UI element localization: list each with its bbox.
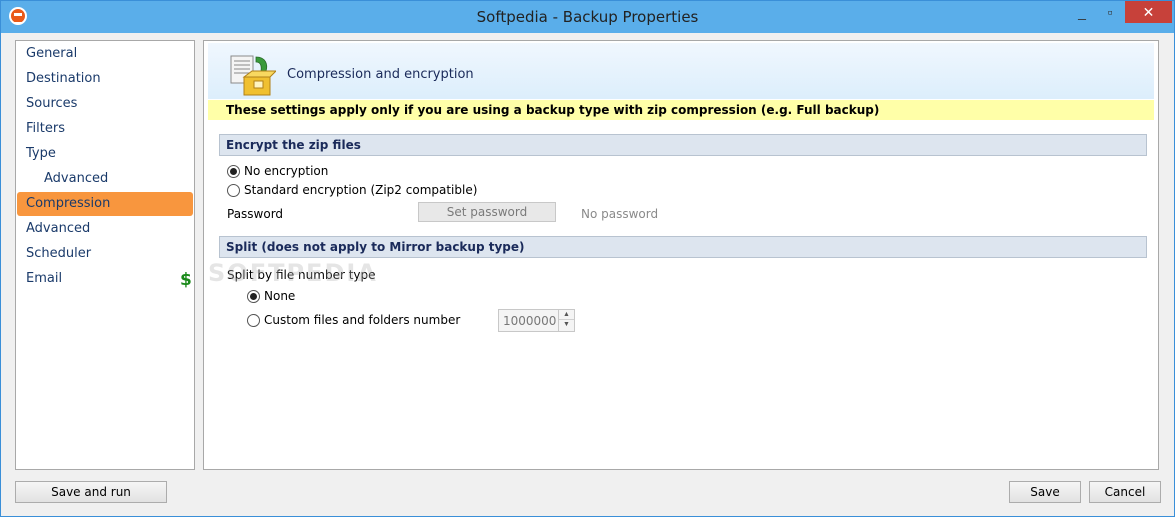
sidebar-item-scheduler[interactable]: Scheduler <box>17 242 193 266</box>
sidebar-item-compression[interactable]: Compression <box>17 192 193 216</box>
backup-properties-window: Softpedia - Backup Properties _ ▫ ✕ Gene… <box>0 0 1175 517</box>
radio-split-custom-icon[interactable] <box>247 313 260 327</box>
sidebar-nav: General Destination Sources Filters Type… <box>15 40 195 470</box>
sidebar-item-general[interactable]: General <box>17 42 193 66</box>
radio-split-none-icon[interactable] <box>247 289 260 303</box>
radio-standard-encryption-label: Standard encryption (Zip2 compatible) <box>244 183 478 197</box>
set-password-button[interactable]: Set password <box>418 202 556 222</box>
panel-title: Compression and encryption <box>287 67 474 82</box>
sidebar-item-sources[interactable]: Sources <box>17 92 193 116</box>
sidebar-item-type[interactable]: Type <box>17 142 193 166</box>
radio-no-encryption-icon[interactable] <box>227 164 240 178</box>
split-section-header: Split (does not apply to Mirror backup t… <box>219 236 1147 258</box>
sidebar-item-filters[interactable]: Filters <box>17 117 193 141</box>
minimize-button[interactable]: _ <box>1069 1 1095 23</box>
sidebar-item-type-advanced[interactable]: Advanced <box>17 167 193 191</box>
sidebar-item-destination[interactable]: Destination <box>17 67 193 91</box>
maximize-button[interactable]: ▫ <box>1097 1 1123 23</box>
sidebar-item-email[interactable]: Email <box>17 267 193 291</box>
save-button[interactable]: Save <box>1009 481 1081 503</box>
package-compress-icon <box>230 55 276 96</box>
files-number-stepper[interactable]: 1000000 ▲ ▼ <box>498 309 575 332</box>
radio-no-encryption[interactable]: No encryption <box>227 162 328 180</box>
window-title: Softpedia - Backup Properties <box>476 8 699 26</box>
files-number-value[interactable]: 1000000 <box>503 314 556 328</box>
title-bar[interactable]: Softpedia - Backup Properties _ ▫ ✕ <box>1 1 1174 33</box>
radio-standard-encryption[interactable]: Standard encryption (Zip2 compatible) <box>227 181 477 199</box>
radio-no-encryption-label: No encryption <box>244 164 329 178</box>
dollar-icon: $ <box>180 270 192 290</box>
stepper-down-icon[interactable]: ▼ <box>559 320 574 330</box>
stepper-up-icon[interactable]: ▲ <box>559 310 574 320</box>
compression-panel: Compression and encryption These setting… <box>203 40 1159 470</box>
radio-split-none-label: None <box>264 289 296 303</box>
radio-split-custom-label: Custom files and folders number <box>264 313 461 327</box>
sidebar-item-advanced[interactable]: Advanced <box>17 217 193 241</box>
zip-compression-note: These settings apply only if you are usi… <box>208 100 1154 120</box>
password-status: No password <box>581 207 659 221</box>
cancel-button[interactable]: Cancel <box>1089 481 1161 503</box>
password-label: Password <box>227 207 284 221</box>
close-button[interactable]: ✕ <box>1125 1 1172 23</box>
radio-split-none[interactable]: None <box>247 287 295 305</box>
radio-standard-encryption-icon[interactable] <box>227 183 240 197</box>
radio-split-custom[interactable]: Custom files and folders number <box>247 311 460 329</box>
panel-header: Compression and encryption <box>208 43 1154 99</box>
softpedia-watermark: SOFTPEDIA <box>208 259 378 287</box>
encrypt-section-header: Encrypt the zip files <box>219 134 1147 156</box>
stepper-buttons: ▲ ▼ <box>558 310 574 331</box>
save-and-run-button[interactable]: Save and run <box>15 481 167 503</box>
